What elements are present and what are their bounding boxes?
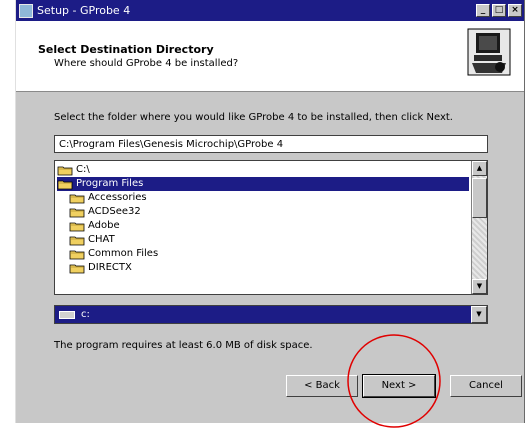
page-title: Select Destination Directory: [38, 43, 214, 56]
title-bar[interactable]: Setup - GProbe 4 _ □ ×: [16, 0, 524, 21]
minimize-button[interactable]: _: [476, 4, 490, 17]
next-button[interactable]: Next >: [362, 374, 436, 398]
instruction-text: Select the folder where you would like G…: [54, 112, 453, 123]
folder-icon: [69, 264, 85, 273]
setup-app-icon: [19, 3, 33, 18]
page-subtitle: Where should GProbe 4 be installed?: [54, 58, 239, 69]
folder-label: Adobe: [88, 220, 120, 231]
scroll-down-button[interactable]: ▼: [472, 279, 487, 294]
disk-space-note: The program requires at least 6.0 MB of …: [54, 340, 313, 351]
folder-icon: [69, 222, 85, 231]
scroll-thumb[interactable]: [472, 178, 487, 218]
wizard-header: Select Destination Directory Where shoul…: [16, 21, 524, 92]
folder-label: Common Files: [88, 248, 159, 259]
folder-icon: [69, 236, 85, 245]
drive-value: c:: [81, 309, 90, 320]
folder-label: Program Files: [76, 178, 144, 189]
drive-icon: [59, 310, 75, 319]
folder-list-item[interactable]: CHAT: [69, 233, 469, 247]
folder-list-item[interactable]: Program Files: [57, 177, 469, 191]
folder-label: CHAT: [88, 234, 115, 245]
drive-dropdown[interactable]: c: ▼: [54, 305, 488, 324]
maximize-button[interactable]: □: [492, 4, 506, 17]
dropdown-arrow-icon[interactable]: ▼: [471, 306, 487, 323]
folder-label: ACDSee32: [88, 206, 141, 217]
folder-list-item[interactable]: C:\: [57, 163, 469, 177]
scroll-up-button[interactable]: ▲: [472, 161, 487, 176]
folder-list-scrollbar[interactable]: ▲ ▼: [471, 161, 487, 294]
folder-list-item[interactable]: Common Files: [69, 247, 469, 261]
folder-list-item[interactable]: DIRECTX: [69, 261, 469, 275]
back-button[interactable]: < Back: [286, 375, 358, 397]
close-button[interactable]: ×: [508, 4, 522, 17]
folder-icon: [69, 208, 85, 217]
window-title: Setup - GProbe 4: [37, 4, 131, 17]
folder-list-item[interactable]: Adobe: [69, 219, 469, 233]
folder-icon: [69, 250, 85, 259]
folder-list[interactable]: C:\ Program Files Accessories ACDSee32 Adobe…: [54, 160, 488, 295]
folder-list-item[interactable]: Accessories: [69, 191, 469, 205]
folder-label: Accessories: [88, 192, 147, 203]
folder-icon: [57, 180, 73, 189]
folder-label: DIRECTX: [88, 262, 132, 273]
folder-icon: [69, 194, 85, 203]
drive-folder-icon: [57, 166, 73, 175]
folder-list-item[interactable]: ACDSee32: [69, 205, 469, 219]
computer-setup-icon: [467, 28, 511, 76]
destination-path-input[interactable]: [54, 135, 488, 153]
folder-label: C:\: [76, 164, 90, 175]
setup-window: Setup - GProbe 4 _ □ × Select Destinatio…: [15, 0, 525, 428]
cancel-button[interactable]: Cancel: [450, 375, 522, 397]
window-controls: _ □ ×: [474, 4, 522, 17]
